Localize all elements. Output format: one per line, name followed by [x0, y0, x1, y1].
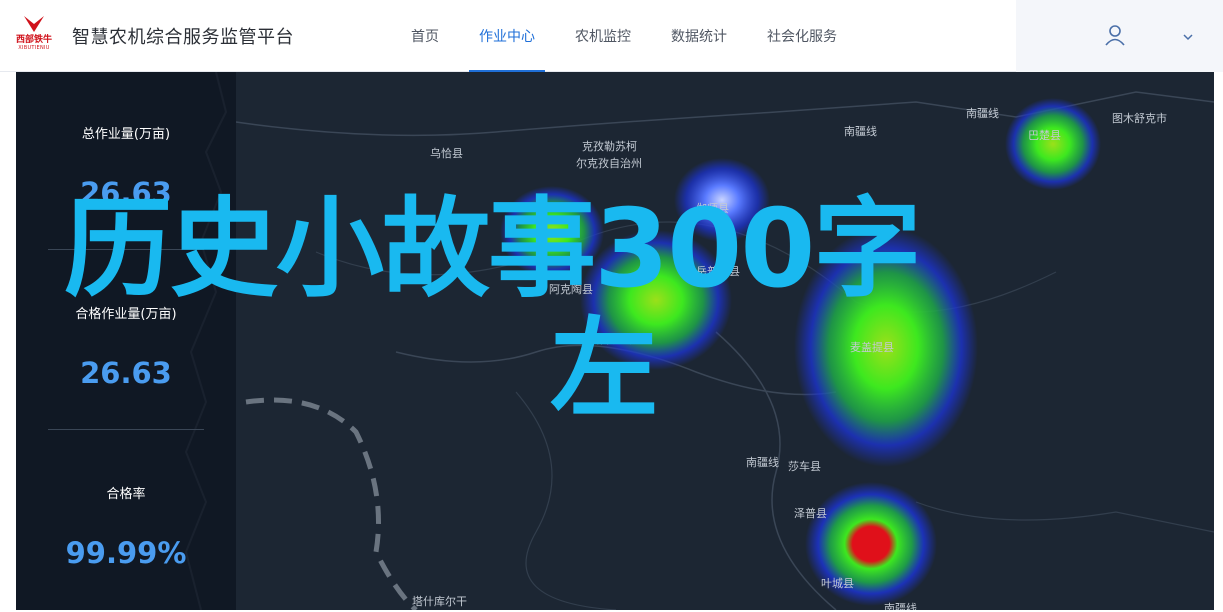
divider	[48, 429, 204, 430]
user-icon[interactable]	[1104, 24, 1126, 46]
map-label: 麦盖提县	[850, 341, 894, 354]
map-label: 伽师县	[696, 202, 729, 215]
map-label: 南疆线	[884, 602, 917, 610]
map-label: 阿克陶县	[549, 283, 593, 296]
nav-statistics[interactable]: 数据统计	[651, 0, 747, 72]
map-label: 乌恰县	[430, 147, 463, 160]
app-title: 智慧农机综合服务监管平台	[72, 27, 294, 48]
logo-sub-text: XIBUTIENIU	[18, 45, 50, 51]
stat-qualified-work: 合格作业量(万亩) 26.63	[16, 303, 236, 390]
map-label: 塔什库尔干	[412, 595, 467, 608]
nav-home[interactable]: 首页	[391, 0, 459, 72]
map-label: 泽普县	[794, 507, 827, 520]
company-logo: 西部铁牛 XIBUTIENIU	[12, 14, 56, 58]
stat-value: 26.63	[80, 176, 172, 210]
brand[interactable]: 西部铁牛 XIBUTIENIU 智慧农机综合服务监管平台	[12, 14, 294, 58]
chevron-down-icon[interactable]	[1182, 31, 1194, 43]
stat-label: 合格率	[106, 487, 146, 502]
map-label: 图木舒克市	[1112, 112, 1167, 125]
heatmap-map[interactable]: 乌恰县 克孜勒苏柯 尔克孜自治州 伽师县 南疆线 南疆线 图木舒克市 巴楚县 阿…	[16, 72, 1214, 610]
logo-main-text: 西部铁牛	[15, 35, 52, 45]
map-label: 岳普湖县	[696, 265, 740, 278]
nav-operation-center[interactable]: 作业中心	[459, 0, 555, 72]
nav-machine-monitor[interactable]: 农机监控	[555, 0, 651, 72]
stat-pass-rate: 合格率 99.99%	[16, 483, 236, 570]
map-label: 南疆线	[746, 456, 779, 469]
nav-social-service[interactable]: 社会化服务	[747, 0, 857, 72]
map-label: 叶城县	[821, 577, 854, 590]
stat-total-work: 总作业量(万亩) 26.63	[16, 123, 236, 210]
map-label: 英吉沙县	[588, 333, 632, 346]
map-label: 莎车县	[788, 460, 821, 473]
top-bar: 西部铁牛 XIBUTIENIU 智慧农机综合服务监管平台 首页 作业中心 农机监…	[0, 0, 1223, 72]
divider	[48, 249, 204, 250]
map-label: 巴楚县	[1028, 129, 1061, 142]
map-label: 尔克孜自治州	[576, 157, 642, 170]
map-label: 克孜勒苏柯	[582, 140, 637, 153]
stat-value: 26.63	[80, 356, 172, 390]
stat-label: 合格作业量(万亩)	[75, 307, 177, 322]
stat-value: 99.99%	[65, 536, 187, 570]
map-label: 南疆线	[844, 125, 877, 138]
map-label: 南疆线	[966, 107, 999, 120]
stat-label: 总作业量(万亩)	[81, 127, 171, 142]
stats-panel: 总作业量(万亩) 26.63 合格作业量(万亩) 26.63 合格率 99.99…	[16, 72, 236, 610]
main-nav: 首页 作业中心 农机监控 数据统计 社会化服务	[391, 0, 857, 72]
